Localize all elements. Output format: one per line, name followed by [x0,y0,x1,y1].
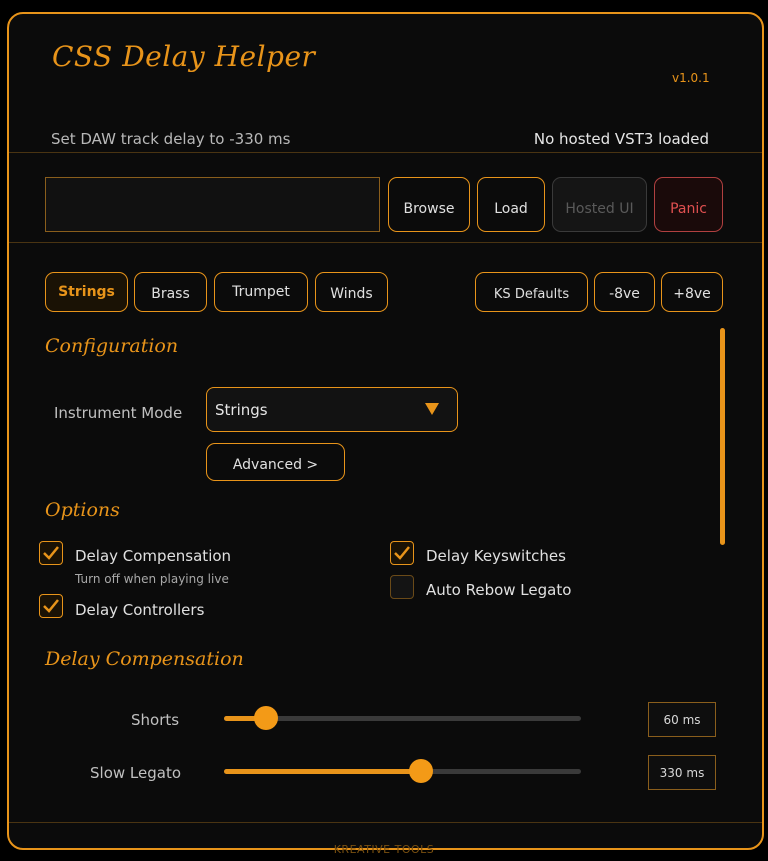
configuration-heading: Configuration [45,335,179,357]
dropdown-arrow-icon [425,403,439,415]
host-status-text: No hosted VST3 loaded [533,130,709,148]
browse-button[interactable]: Browse [388,177,470,232]
tab-brass[interactable]: Brass [134,272,207,312]
slow-legato-label: Slow Legato [90,764,181,782]
shorts-label: Shorts [131,711,180,729]
delay-compensation-heading: Delay Compensation [45,648,244,670]
advanced-button[interactable]: Advanced > [206,443,345,481]
delay-controllers-label: Delay Controllers [75,601,205,619]
checkmark-icon [394,546,410,560]
slow-legato-value[interactable]: 330 ms [648,755,716,790]
ks-defaults-button[interactable]: KS Defaults [475,272,588,312]
shorts-slider-knob[interactable] [253,706,278,730]
delay-controllers-checkbox[interactable] [39,594,63,618]
auto-rebow-legato-checkbox[interactable] [390,575,414,599]
octave-down-button[interactable]: -8ve [594,272,655,312]
divider [9,822,762,823]
divider [9,152,762,153]
slow-legato-slider-fill [224,769,421,774]
checkmark-icon [43,546,59,560]
scrollbar[interactable] [720,328,725,545]
auto-rebow-legato-label: Auto Rebow Legato [426,581,572,599]
shorts-value[interactable]: 60 ms [648,702,716,737]
instrument-mode-select[interactable]: Strings [206,387,458,432]
delay-compensation-hint: Turn off when playing live [75,572,229,586]
checkmark-icon [43,599,59,613]
plugin-path-field[interactable] [45,177,380,232]
slow-legato-slider-knob[interactable] [408,759,433,783]
instrument-mode-value: Strings [215,400,268,419]
octave-up-button[interactable]: +8ve [661,272,723,312]
app-title: CSS Delay Helper [52,40,316,73]
slow-legato-slider[interactable] [224,759,581,783]
options-heading: Options [45,499,120,521]
delay-compensation-label: Delay Compensation [75,547,232,565]
footer-brand: KREATIVE TOOLS [333,843,435,856]
hosted-ui-button[interactable]: Hosted UI [552,177,647,232]
delay-compensation-checkbox[interactable] [39,541,63,565]
delay-status-text: Set DAW track delay to -330 ms [51,130,291,148]
delay-keyswitches-label: Delay Keyswitches [426,547,566,565]
tab-winds[interactable]: Winds [315,272,388,312]
load-button[interactable]: Load [477,177,545,232]
divider [9,242,762,243]
delay-keyswitches-checkbox[interactable] [390,541,414,565]
panic-button[interactable]: Panic [654,177,723,232]
shorts-slider[interactable] [224,706,581,730]
tab-strings[interactable]: Strings [45,272,128,312]
version-label: v1.0.1 [672,71,710,85]
instrument-mode-label: Instrument Mode [54,404,183,422]
tab-trumpet[interactable]: Trumpet [214,272,308,312]
